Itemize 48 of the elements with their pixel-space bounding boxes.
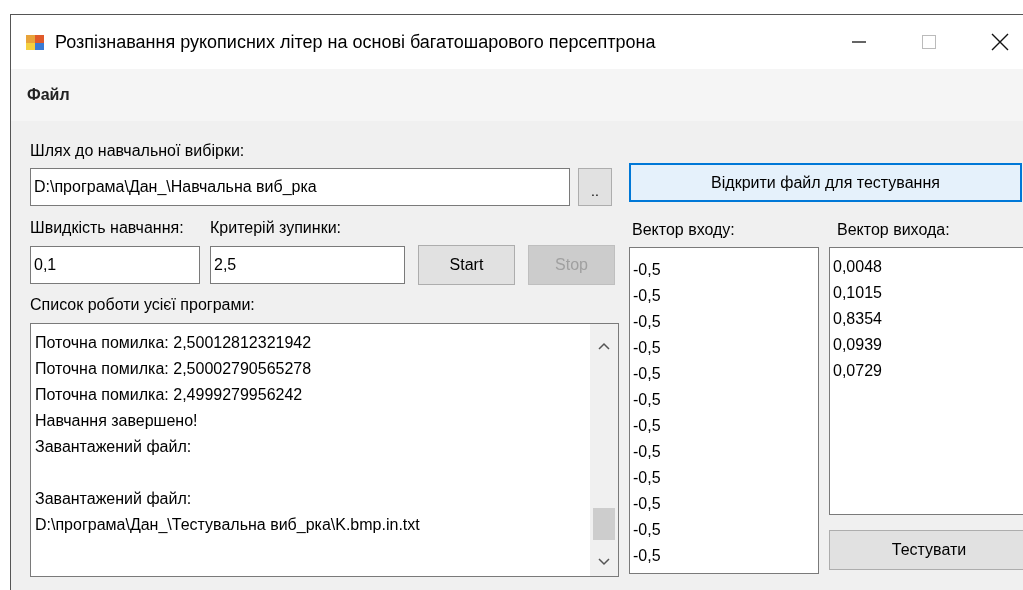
field-label: Список роботи усієї програми: — [30, 295, 256, 315]
log-line: Навчання завершено! — [35, 411, 199, 431]
list-item: -0,5 — [633, 260, 662, 280]
list-item: -0,5 — [633, 364, 662, 384]
scrollbar-thumb[interactable] — [593, 508, 615, 540]
log-line: D:\програма\Дан_\Тестувальна виб_рка\K.bmp.in.txt — [35, 515, 421, 535]
list-item: 0,1015 — [833, 283, 883, 303]
path-field[interactable]: D:\програма\Дан_\Навчальна виб_рка — [30, 168, 570, 206]
list-item: -0,5 — [633, 520, 662, 540]
list-item: -0,5 — [633, 442, 662, 462]
log-line: Поточна помилка: 2,50012812321942 — [35, 333, 313, 353]
field-label: Швидкість навчання: — [30, 218, 185, 238]
scroll-up-icon[interactable] — [598, 342, 610, 350]
log-line: Поточна помилка: 2,4999279956242 — [35, 385, 304, 405]
output-vector-list[interactable]: 0,0048 0,1015 0,8354 0,0939 0,0729 — [829, 247, 1023, 515]
window-title: Розпізнавання рукописних літер на основі багатошарового персептрона — [55, 30, 656, 54]
scroll-down-icon[interactable] — [598, 558, 610, 566]
stop-criterion-field[interactable]: 2,5 — [210, 246, 405, 284]
field-label: Вектор входу: — [631, 220, 736, 240]
input-vector-list[interactable]: -0,5 -0,5 -0,5 -0,5 -0,5 -0,5 -0,5 -0,5 -0,5 -0,5 -0,5 -0,5 — [629, 247, 819, 574]
list-item: -0,5 — [633, 494, 662, 514]
list-item: -0,5 — [633, 312, 662, 332]
list-item: -0,5 — [633, 546, 662, 566]
list-item: -0,5 — [633, 338, 662, 358]
start-button[interactable]: Start — [418, 245, 515, 285]
list-item: 0,8354 — [833, 309, 883, 329]
field-label: Вектор вихода: — [836, 220, 950, 240]
list-item: -0,5 — [633, 416, 662, 436]
list-item: -0,5 — [633, 468, 662, 488]
menu-item[interactable]: Файл — [27, 83, 70, 107]
list-item: 0,0048 — [833, 257, 883, 277]
browse-button[interactable]: .. — [578, 168, 612, 206]
scrollbar[interactable] — [590, 324, 618, 576]
learning-rate-field[interactable]: 0,1 — [30, 246, 200, 284]
list-item: 0,0939 — [833, 335, 883, 355]
open-test-file-button[interactable]: Відкрити файл для тестування — [629, 163, 1022, 202]
field-label: Критерій зупинки: — [210, 218, 341, 238]
list-item: 0,0729 — [833, 361, 883, 381]
list-item: -0,5 — [633, 390, 662, 410]
list-item: -0,5 — [633, 286, 662, 306]
close-icon[interactable] — [991, 33, 1009, 51]
test-button[interactable]: Тестувати — [829, 530, 1023, 570]
log-line: Завантажений файл: — [35, 489, 193, 509]
log-list[interactable] — [30, 323, 619, 577]
log-line: Завантажений файл: — [35, 437, 193, 457]
log-line: Поточна помилка: 2,50002790565278 — [35, 359, 313, 379]
field-label: Шлях до навчальної вибірки: — [30, 141, 246, 161]
app-icon — [25, 32, 45, 52]
